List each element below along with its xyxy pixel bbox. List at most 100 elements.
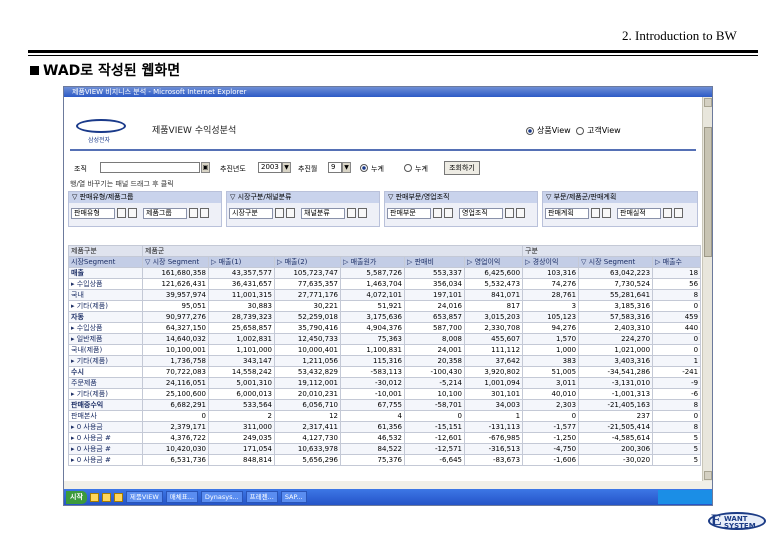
filter-icon[interactable] [433,208,442,218]
filter-icon[interactable] [189,208,198,218]
filter-icon[interactable] [663,208,672,218]
drop-zone[interactable]: ▽ 부문/제품군/판매계획 판매계획 판매실적 [542,191,698,227]
column-header[interactable]: ▷ 매출(2) [274,256,341,268]
row-label[interactable]: ▸ 수입상품 [68,322,143,334]
table-cell: 8 [652,289,702,301]
quicklaunch-icon[interactable] [89,492,99,502]
column-header[interactable]: ▷ 매출원가 [340,256,405,268]
swap-icon[interactable] [444,208,453,218]
row-label[interactable]: ▸ 수입상품 [68,278,143,290]
zone-field[interactable]: 판매계획 [545,208,589,219]
table-cell: 27,771,176 [274,289,341,301]
swap-icon[interactable] [128,208,137,218]
filter-icon[interactable] [275,208,284,218]
table-cell: 3,011 [522,377,580,389]
zone-field[interactable]: 영업조직 [459,208,503,219]
row-label[interactable]: ▸ 기타(제품) [68,355,143,367]
table-row: ▸ 0 사용금 #4,376,722 249,035 4,127,730 46,532… [68,432,702,444]
row-label[interactable]: 판매중수익 [68,399,143,411]
table-cell: 171,054 [208,443,275,455]
filter-icon[interactable] [347,208,356,218]
column-header[interactable]: ▷ 경상이익 [522,256,580,268]
row-label[interactable]: 수시 [68,366,143,378]
scroll-thumb[interactable] [704,127,712,257]
org-lookup-icon[interactable]: ▣ [201,162,210,173]
taskbar-task[interactable]: SAP... [280,491,307,503]
column-header[interactable]: ▷ 매출(1) [208,256,275,268]
filter-icon[interactable] [505,208,514,218]
row-label[interactable]: 주문제품 [68,377,143,389]
row-label[interactable]: ▸ 기타(제품) [68,388,143,400]
radio-icon[interactable] [404,164,412,172]
table-cell: 200,306 [578,443,654,455]
swap-icon[interactable] [674,208,683,218]
filter-icon[interactable] [591,208,600,218]
taskbar-task[interactable]: Dynasys... [200,491,243,503]
column-header[interactable]: ▽ 시장 Segment [142,256,209,268]
vertical-scrollbar[interactable] [702,97,712,481]
drop-zone[interactable]: ▽ 판매유형/제품그룹 판매유형 제품그룹 [68,191,222,227]
quicklaunch-icon[interactable] [113,492,123,502]
column-header[interactable]: ▷ 판매비 [404,256,465,268]
row-label[interactable]: ▸ 일반제품 [68,333,143,345]
zone-field[interactable]: 판매실적 [617,208,661,219]
zone-field[interactable]: 판매부문 [387,208,431,219]
column-header[interactable]: 시장Segment [68,256,143,268]
column-header[interactable]: ▽ 시장 Segment [578,256,654,268]
column-header[interactable]: ▷ 영업이익 [463,256,524,268]
taskbar-task[interactable]: 프레젠... [245,491,278,503]
swap-icon[interactable] [516,208,525,218]
swap-icon[interactable] [602,208,611,218]
row-label[interactable]: 자동 [68,311,143,323]
filter-icon[interactable] [117,208,126,218]
org-input[interactable] [100,162,200,173]
row-label[interactable]: 국내(제품) [68,344,143,356]
table-cell: 653,857 [404,311,465,323]
table-cell: 10,100,001 [142,344,209,356]
view-option-product[interactable]: 상품View [526,125,571,136]
taskbar-task[interactable]: 매체표... [165,491,198,503]
table-cell: 440 [652,322,702,334]
row-label[interactable]: ▸ 0 사용금 # [68,443,143,455]
table-row: 국내(제품) 10,100,001 1,101,000 10,000,401 1,100… [68,344,702,356]
zone-field[interactable]: 판매유형 [71,208,115,219]
chevron-down-icon[interactable]: ▼ [282,162,291,173]
zone-field[interactable]: 제품그룹 [143,208,187,219]
scroll-up-icon[interactable] [704,98,712,107]
start-button[interactable]: 시작 [66,490,87,504]
zone-field[interactable]: 채널분류 [301,208,345,219]
radio-icon[interactable] [526,126,534,135]
chevron-down-icon[interactable]: ▼ [342,162,351,173]
row-label[interactable]: 판매본사 [68,410,143,422]
row-label[interactable]: ▸ 0 사용금 [68,421,143,433]
swap-icon[interactable] [358,208,367,218]
scroll-down-icon[interactable] [704,471,712,480]
drop-zone[interactable]: ▽ 시장구분/채널분류 시장구분 채널분류 [226,191,380,227]
radio-icon[interactable] [360,164,368,172]
year-select[interactable]: 2003 [258,162,282,173]
table-cell: -3,131,010 [578,377,654,389]
month-select[interactable]: 9 [328,162,342,173]
drop-zone[interactable]: ▽ 판매부문/영업조직 판매부문 영업조직 [384,191,538,227]
taskbar-task[interactable]: 제품VIEW [125,491,163,503]
query-button[interactable]: 조회하기 [444,161,480,175]
quicklaunch-icon[interactable] [101,492,111,502]
row-label[interactable]: ▸ 0 사용금 # [68,454,143,466]
table-cell: 20,010,231 [274,388,341,400]
browser-titlebar[interactable]: 제품VIEW 비지니스 분석 - Microsoft Internet Expl… [64,87,712,97]
table-cell: 74,276 [522,278,580,290]
table-cell: 51,005 [522,366,580,378]
view-option-customer[interactable]: 고객View [576,125,621,136]
swap-icon[interactable] [200,208,209,218]
zone-field[interactable]: 시장구분 [229,208,273,219]
row-label[interactable]: ▸ 기타(제품) [68,300,143,312]
swap-icon[interactable] [286,208,295,218]
task-list: 제품VIEW 매체표... Dynasys... 프레젠... SAP... [125,491,307,503]
table-cell: -1,250 [522,432,580,444]
row-label[interactable]: 국내 [68,289,143,301]
column-header[interactable]: ▷ 매출수 [652,256,702,268]
row-label[interactable]: 매출 [68,267,143,279]
table-cell: 455,607 [463,333,524,345]
radio-icon[interactable] [576,126,584,135]
row-label[interactable]: ▸ 0 사용금 # [68,432,143,444]
